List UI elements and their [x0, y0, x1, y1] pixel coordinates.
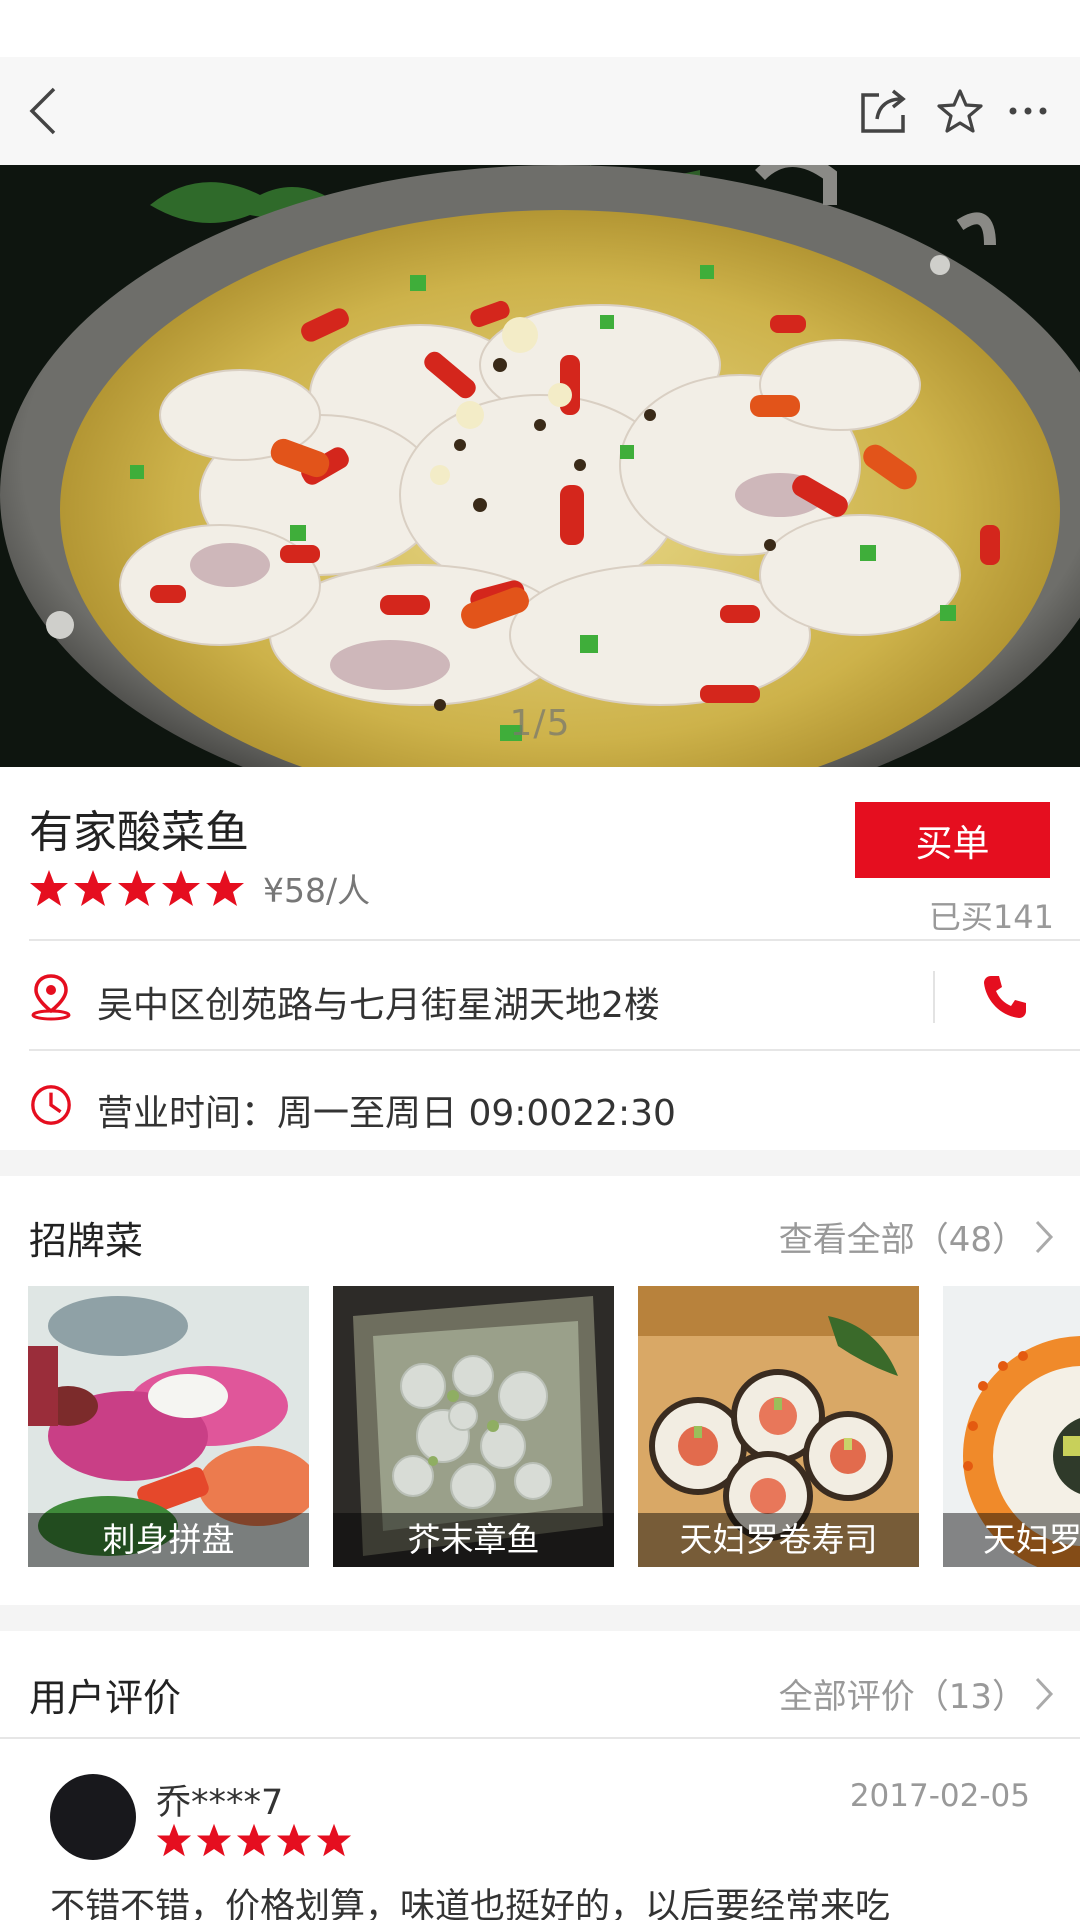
star-icon [236, 1823, 272, 1857]
dish-name: 芥末章鱼 [333, 1513, 614, 1567]
star-outline-icon [937, 89, 983, 133]
price-per-person: ¥58/人 [263, 871, 371, 910]
dish-card[interactable]: 芥末章鱼 [333, 1286, 614, 1567]
section-spacer [0, 1605, 1080, 1631]
star-icon [118, 870, 156, 906]
star-icon [316, 1823, 352, 1857]
call-button[interactable] [975, 967, 1035, 1027]
dish-name: 天妇罗 [943, 1513, 1080, 1567]
business-hours: 营业时间：周一至周日 09:0022:30 [97, 1093, 676, 1134]
shop-address: 吴中区创苑路与七月街星湖天地2楼 [97, 985, 660, 1026]
status-bar-area [0, 0, 1080, 57]
star-icon [206, 870, 244, 906]
dish-name: 刺身拼盘 [28, 1513, 309, 1567]
star-icon [74, 870, 112, 906]
divider [29, 939, 1080, 941]
chevron-right-icon [1035, 1220, 1054, 1253]
dish-card[interactable]: 天妇罗卷寿司 [638, 1286, 919, 1567]
hours-row: 营业时间：周一至周日 09:0022:30 [0, 1051, 1080, 1159]
phone-icon [984, 976, 1026, 1018]
location-pin-icon [29, 973, 73, 1021]
shop-name: 有家酸菜鱼 [29, 807, 249, 858]
all-reviews-link[interactable]: 全部评价（13） [779, 1669, 1054, 1718]
signature-dishes-carousel[interactable]: 刺身拼盘 芥末章鱼 天妇罗卷寿司 天妇罗 [28, 1286, 1080, 1567]
star-icon [156, 1823, 192, 1857]
divider [0, 1737, 1080, 1739]
buy-button[interactable]: 买单 [855, 802, 1050, 878]
review-rating-stars [156, 1822, 352, 1858]
share-button[interactable] [852, 79, 916, 143]
favorite-button[interactable] [928, 79, 992, 143]
more-button[interactable] [996, 79, 1060, 143]
hero-dish-photo [0, 165, 1080, 767]
address-row[interactable]: 吴中区创苑路与七月街星湖天地2楼 [0, 943, 1080, 1051]
dish-card[interactable]: 刺身拼盘 [28, 1286, 309, 1567]
clock-icon [29, 1081, 73, 1129]
back-button[interactable] [12, 79, 76, 143]
view-all-dishes-link[interactable]: 查看全部（48） [779, 1212, 1054, 1261]
share-icon [861, 89, 906, 133]
chevron-left-icon [29, 87, 56, 135]
star-icon [162, 870, 200, 906]
all-reviews-label: 全部评价（13） [778, 1677, 1026, 1717]
chevron-right-icon [1035, 1677, 1054, 1710]
section-spacer [0, 1150, 1080, 1176]
star-icon [276, 1823, 312, 1857]
review-text: 不错不错，价格划算，味道也挺好的，以后要经常来吃 [50, 1887, 891, 1920]
reviewer-avatar[interactable] [50, 1774, 136, 1860]
reviewer-name: 乔****7 [156, 1783, 284, 1823]
dish-name: 天妇罗卷寿司 [638, 1513, 919, 1567]
top-navigation-bar [0, 57, 1080, 165]
hero-image-carousel[interactable]: 1/5 [0, 165, 1080, 767]
view-all-dishes-label: 查看全部（48） [778, 1220, 1026, 1260]
carousel-page-indicator: 1/5 [509, 703, 571, 744]
star-icon [30, 870, 68, 906]
dish-card[interactable]: 天妇罗 [943, 1286, 1080, 1567]
reviews-title: 用户评价 [29, 1676, 182, 1720]
shop-rating-stars [29, 868, 245, 908]
more-horizontal-icon [1009, 107, 1047, 115]
signature-dishes-title: 招牌菜 [29, 1219, 144, 1263]
vertical-separator [933, 971, 935, 1023]
review-date: 2017-02-05 [849, 1778, 1030, 1814]
star-icon [196, 1823, 232, 1857]
shop-rating-row: ¥58/人 [29, 866, 370, 910]
sold-count: 已买141 [928, 898, 1054, 936]
